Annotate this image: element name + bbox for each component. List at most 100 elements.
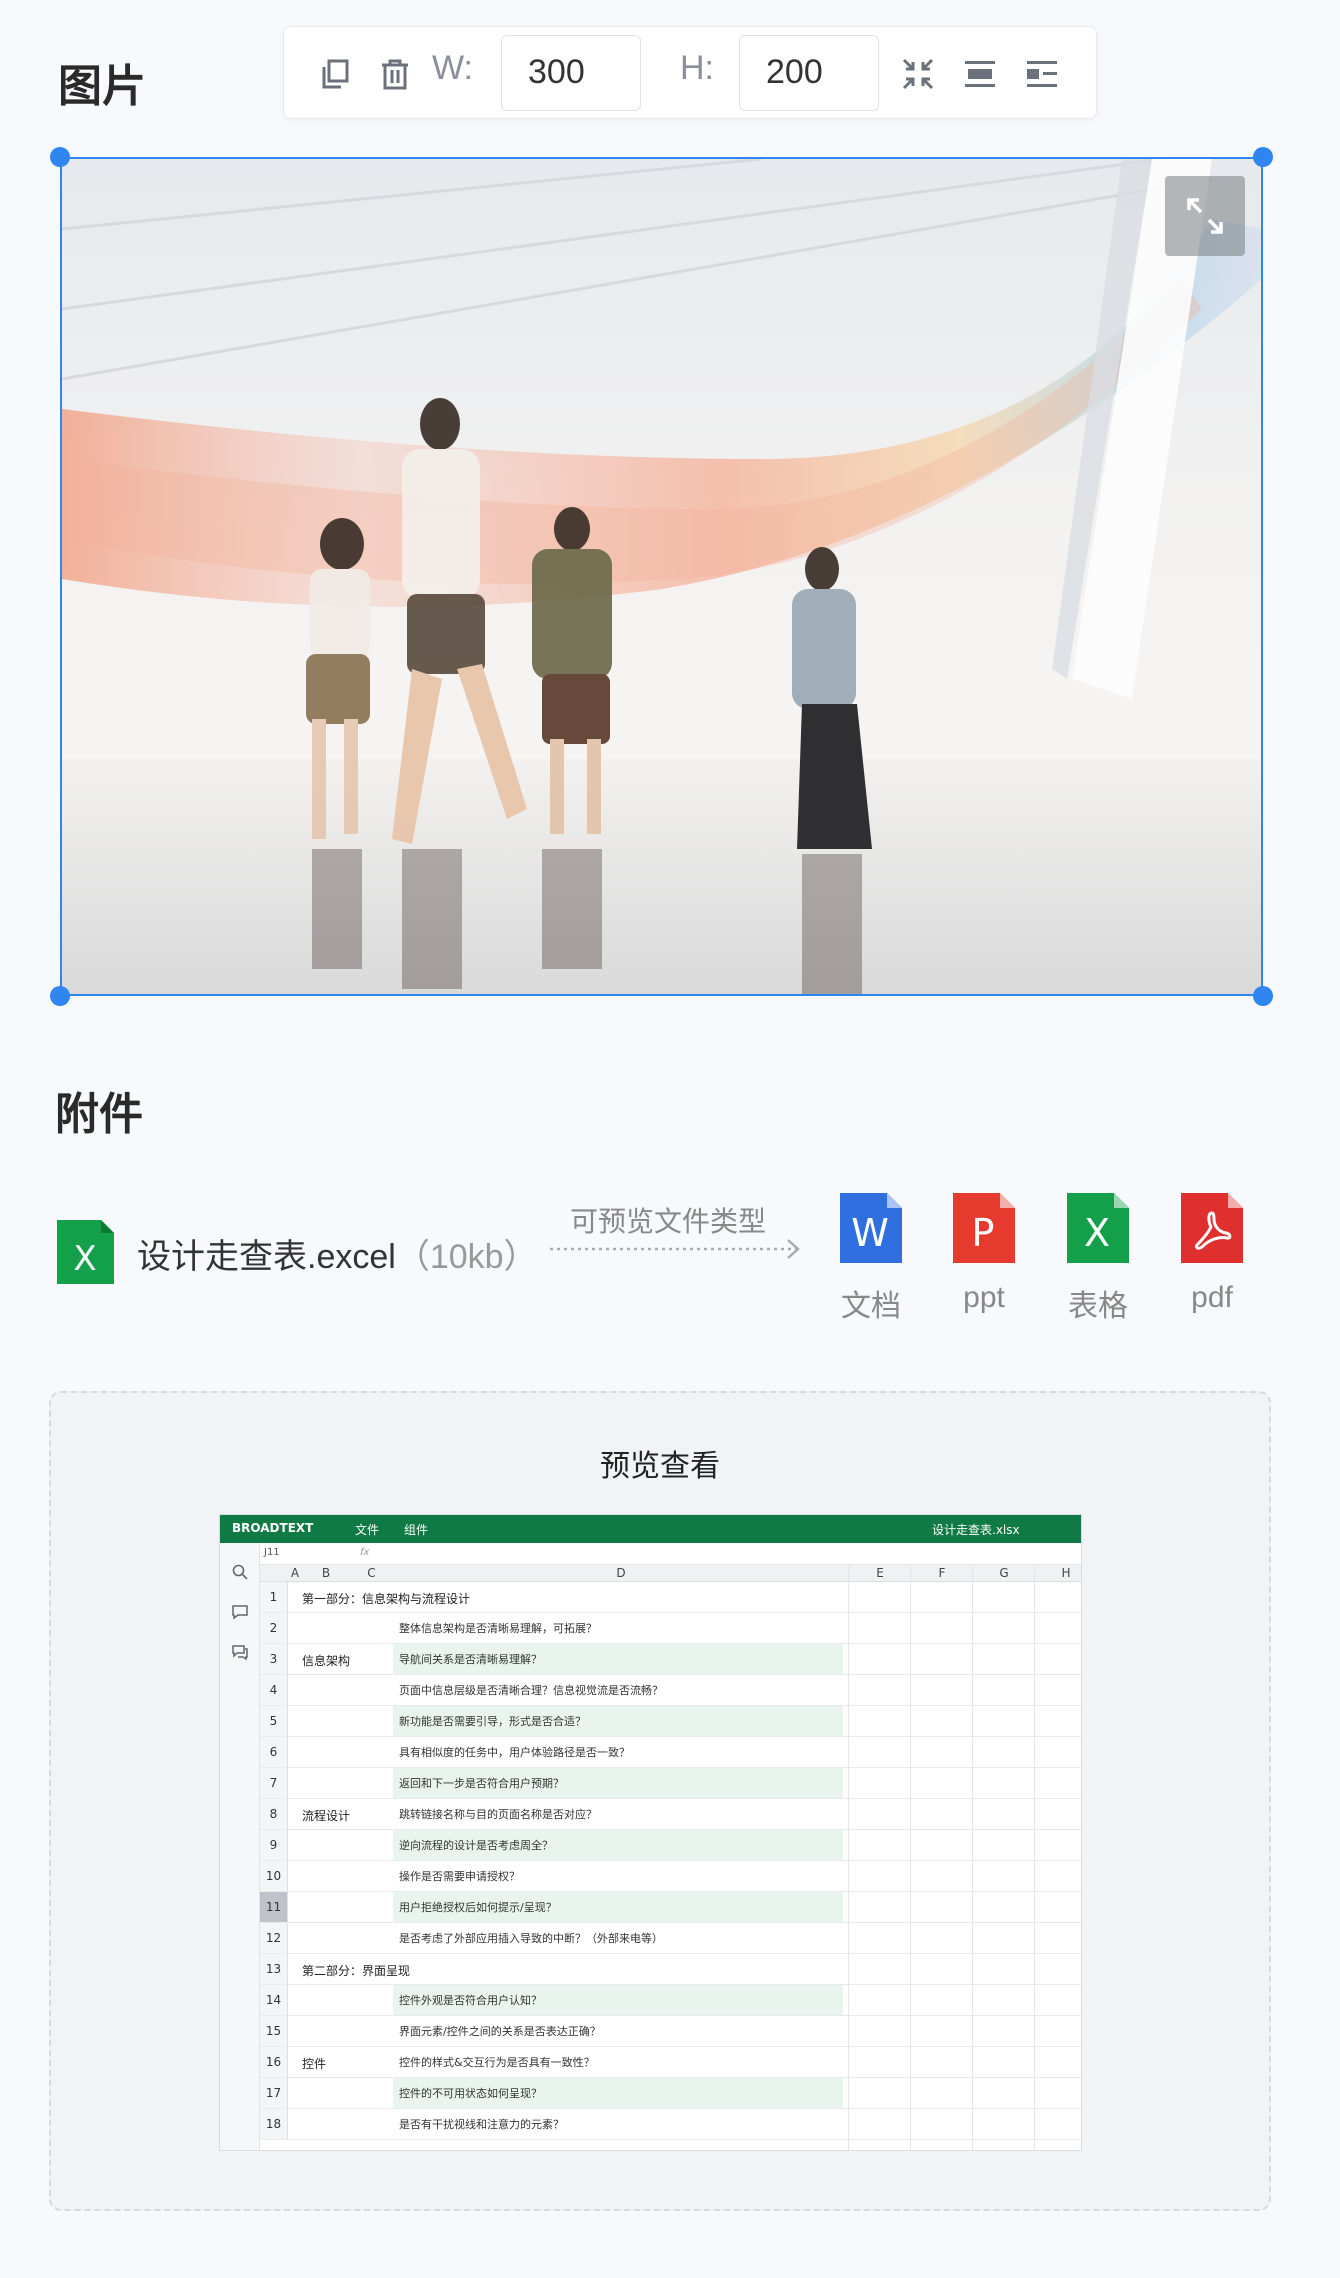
- cell-d: 是否有干扰视线和注意力的元素？: [399, 2118, 564, 2131]
- table-row[interactable]: 14 控件外观是否符合用户认知？: [260, 1985, 1081, 2016]
- cell-d: 控件的不可用状态如何呈现？: [393, 2078, 843, 2108]
- height-label: H:: [680, 49, 714, 87]
- spreadsheet-preview[interactable]: BROADTEXT 文件 组件 设计走查表.xlsx J11 fx A B C …: [219, 1514, 1082, 2151]
- table-row[interactable]: 9 逆向流程的设计是否考虑周全？: [260, 1830, 1081, 1861]
- cell-d: 页面中信息层级是否清晰合理？信息视觉流是否流畅？: [399, 1684, 663, 1697]
- column-header[interactable]: B: [302, 1566, 350, 1580]
- column-header[interactable]: G: [973, 1566, 1035, 1580]
- table-row[interactable]: 12 是否考虑了外部应用插入导致的中断？（外部来电等）: [260, 1923, 1081, 1954]
- width-label: W:: [432, 49, 473, 87]
- column-header[interactable]: C: [350, 1566, 393, 1580]
- copy-icon[interactable]: [318, 57, 352, 91]
- table-row[interactable]: 4 页面中信息层级是否清晰合理？信息视觉流是否流畅？: [260, 1675, 1081, 1706]
- resize-handle-bottom-left[interactable]: [50, 986, 70, 1006]
- sheet-filename: 设计走查表.xlsx: [932, 1523, 1020, 1537]
- column-header[interactable]: F: [911, 1566, 973, 1580]
- table-row[interactable]: 11 用户拒绝授权后如何提示/呈现？: [260, 1892, 1081, 1923]
- cell-d: 界面元素/控件之间的关系是否表达正确？: [399, 2025, 601, 2038]
- column-header[interactable]: A: [288, 1566, 302, 1580]
- preview-types-label: 可预览文件类型: [570, 1206, 767, 1237]
- row-number: 6: [260, 1737, 288, 1767]
- type-label-doc: 文档: [841, 1290, 901, 1323]
- cell-d: 整体信息架构是否清晰易理解，可拓展？: [399, 1622, 597, 1635]
- sheet-icon: X: [1067, 1193, 1129, 1263]
- row-number: 16: [260, 2047, 288, 2077]
- resize-handle-top-right[interactable]: [1253, 147, 1273, 167]
- formula-bar[interactable]: J11 fx: [260, 1543, 1081, 1565]
- table-row[interactable]: 5 新功能是否需要引导，形式是否合适？: [260, 1706, 1081, 1737]
- column-header[interactable]: H: [1035, 1566, 1081, 1580]
- pdf-icon: [1181, 1193, 1243, 1263]
- attachment-section-title: 附件: [55, 1089, 143, 1140]
- sheet-header-bar: BROADTEXT 文件 组件 设计走查表.xlsx: [220, 1515, 1081, 1543]
- cell-d: 控件的样式&交互行为是否具有一致性？: [399, 2056, 595, 2069]
- delete-icon[interactable]: [378, 57, 412, 91]
- resize-handle-bottom-right[interactable]: [1253, 986, 1273, 1006]
- image-toolbar: W: 300 H: 200: [283, 26, 1097, 119]
- sheet-menu-file[interactable]: 文件: [355, 1521, 379, 1538]
- svg-text:X: X: [1084, 1211, 1110, 1255]
- ppt-icon: P: [953, 1193, 1015, 1263]
- table-row[interactable]: 3 信息架构 导航间关系是否清晰易理解？: [260, 1644, 1081, 1675]
- sheet-menu-component[interactable]: 组件: [404, 1521, 428, 1538]
- chat-icon[interactable]: [231, 1643, 249, 1661]
- excel-icon: X: [57, 1220, 114, 1284]
- grid-line: [848, 1565, 849, 2150]
- row-number: 1: [260, 1582, 288, 1612]
- row-number: 10: [260, 1861, 288, 1891]
- expand-icon: [1187, 198, 1223, 234]
- attachment-file[interactable]: 设计走查表.excel（10kb）: [137, 1229, 538, 1278]
- cell-d: 控件外观是否符合用户认知？: [393, 1985, 843, 2015]
- table-row[interactable]: 15 界面元素/控件之间的关系是否表达正确？: [260, 2016, 1081, 2047]
- row-number: 7: [260, 1768, 288, 1798]
- comment-icon[interactable]: [231, 1603, 249, 1621]
- preview-title: 预览查看: [600, 1449, 720, 1484]
- arrow-right-icon: [550, 1239, 800, 1259]
- word-icon: W: [840, 1193, 902, 1263]
- column-header[interactable]: D: [393, 1566, 849, 1580]
- cell-reference: J11: [264, 1547, 280, 1558]
- align-center-icon[interactable]: [963, 57, 997, 91]
- cell-d: [393, 1582, 843, 1612]
- table-row[interactable]: 17 控件的不可用状态如何呈现？: [260, 2078, 1081, 2109]
- cell-d: 用户拒绝授权后如何提示/呈现？: [393, 1892, 843, 1922]
- cell-d: 是否考虑了外部应用插入导致的中断？（外部来电等）: [399, 1932, 663, 1945]
- table-row[interactable]: 7 返回和下一步是否符合用户预期？: [260, 1768, 1081, 1799]
- column-header[interactable]: E: [849, 1566, 911, 1580]
- resize-handle-top-left[interactable]: [50, 147, 70, 167]
- expand-button[interactable]: [1165, 176, 1245, 256]
- row-number: 3: [260, 1644, 288, 1674]
- compress-icon[interactable]: [901, 57, 935, 91]
- align-left-text-icon[interactable]: [1025, 57, 1059, 91]
- height-input[interactable]: 200: [739, 35, 879, 111]
- image-section-title: 图片: [58, 61, 146, 112]
- cell-d: 新功能是否需要引导，形式是否合适？: [393, 1706, 843, 1736]
- file-size-text: （10kb）: [395, 1238, 538, 1276]
- cell-d: [393, 1954, 843, 1984]
- grid-line: [1034, 1565, 1035, 2150]
- cell-b: 控件: [302, 2057, 327, 2071]
- search-icon[interactable]: [231, 1563, 249, 1581]
- selected-image[interactable]: [60, 157, 1263, 996]
- sheet-left-rail: [220, 1543, 260, 2150]
- table-row[interactable]: 13 第二部分：界面呈现: [260, 1954, 1081, 1985]
- row-number: 5: [260, 1706, 288, 1736]
- table-row[interactable]: 18 是否有干扰视线和注意力的元素？: [260, 2109, 1081, 2140]
- row-number: 15: [260, 2016, 288, 2046]
- table-row[interactable]: 10 操作是否需要申请授权？: [260, 1861, 1081, 1892]
- cell-b: 信息架构: [302, 1654, 351, 1668]
- cell-d: 逆向流程的设计是否考虑周全？: [393, 1830, 843, 1860]
- row-number: 13: [260, 1954, 288, 1984]
- table-row[interactable]: 2 整体信息架构是否清晰易理解，可拓展？: [260, 1613, 1081, 1644]
- type-label-sheet: 表格: [1068, 1290, 1128, 1323]
- table-row[interactable]: 1 第一部分：信息架构与流程设计: [260, 1582, 1081, 1613]
- table-row[interactable]: 16 控件 控件的样式&交互行为是否具有一致性？: [260, 2047, 1081, 2078]
- gallery-photo: [62, 159, 1261, 994]
- cell-d: 跳转链接名称与目的页面名称是否对应？: [399, 1808, 597, 1821]
- row-number: 4: [260, 1675, 288, 1705]
- grid-line: [972, 1565, 973, 2150]
- table-row[interactable]: 6 具有相似度的任务中，用户体验路径是否一致？: [260, 1737, 1081, 1768]
- type-label-ppt: ppt: [963, 1281, 1005, 1314]
- width-input[interactable]: 300: [501, 35, 641, 111]
- table-row[interactable]: 8 流程设计 跳转链接名称与目的页面名称是否对应？: [260, 1799, 1081, 1830]
